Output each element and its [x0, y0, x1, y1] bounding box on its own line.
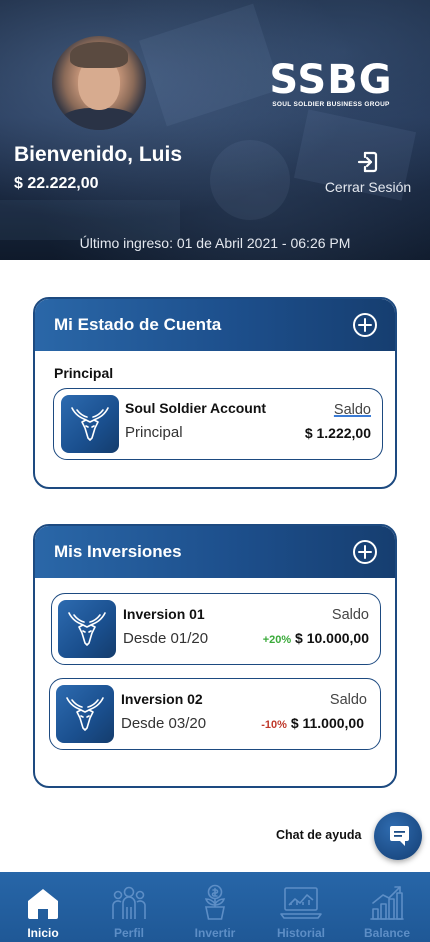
- invest-plant-icon: [204, 884, 226, 920]
- ram-logo-icon: [61, 395, 119, 453]
- chat-bubble-icon: [390, 826, 409, 846]
- saldo-label: Saldo: [331, 607, 369, 623]
- section-label: Principal: [54, 365, 114, 381]
- account-statement-header: Mi Estado de Cuenta: [35, 299, 395, 351]
- nav-item-historial[interactable]: Historial: [258, 872, 344, 942]
- brand-logo-subtitle: SOUL SOLDIER BUSINESS GROUP: [272, 101, 390, 108]
- investment-name: Inversion 01: [123, 606, 205, 622]
- welcome-message: Bienvenido, Luis: [14, 143, 183, 166]
- nav-label: Balance: [363, 926, 411, 940]
- add-circle-icon[interactable]: [352, 539, 378, 565]
- account-type: Principal: [125, 424, 183, 441]
- logout-label: Cerrar Sesión: [324, 179, 412, 195]
- nav-label: Invertir: [194, 926, 236, 940]
- main-account-item[interactable]: Soul Soldier Account Principal Saldo $ 1…: [53, 388, 383, 460]
- laptop-chart-icon: [280, 887, 322, 919]
- nav-item-perfil[interactable]: Perfil: [86, 872, 172, 942]
- logout-icon: [357, 151, 378, 173]
- investment-since: Desde 03/20: [121, 715, 207, 732]
- brand-logo: SSBG SOUL SOLDIER BUSINESS GROUP: [266, 60, 396, 108]
- background-photo-shape: [0, 200, 180, 240]
- ram-logo-icon: [56, 685, 114, 743]
- investment-amount-row: -10% $ 11.000,00: [261, 715, 364, 731]
- background-photo-shape: [139, 3, 281, 127]
- background-photo-shape: [210, 140, 290, 220]
- bottom-navigation: Inicio Perfil Invertir Historial Balance: [0, 872, 430, 942]
- investment-percent: +20%: [262, 634, 292, 646]
- account-statement-title: Mi Estado de Cuenta: [54, 315, 222, 334]
- people-icon: [112, 886, 146, 919]
- investment-amount: $ 10.000,00: [295, 630, 369, 646]
- investment-amount: $ 11.000,00: [290, 715, 364, 731]
- investment-amount-row: +20% $ 10.000,00: [263, 630, 369, 646]
- account-amount: $ 1.222,00: [304, 425, 371, 441]
- brand-logo-text: SSBG: [269, 57, 393, 103]
- logout-button[interactable]: Cerrar Sesión: [320, 150, 416, 197]
- investment-since: Desde 01/20: [123, 630, 209, 647]
- nav-item-invertir[interactable]: Invertir: [172, 872, 258, 942]
- ram-logo-icon: [58, 600, 116, 658]
- investments-title: Mis Inversiones: [54, 542, 182, 561]
- investments-header: Mis Inversiones: [35, 526, 395, 578]
- nav-label: Inicio: [27, 926, 59, 940]
- total-balance: $ 22.222,00: [14, 175, 99, 192]
- nav-item-inicio[interactable]: Inicio: [0, 872, 86, 942]
- investment-item[interactable]: Inversion 01 Desde 01/20 Saldo +20% $ 10…: [51, 593, 381, 665]
- saldo-label: Saldo: [329, 692, 367, 708]
- chat-help-button[interactable]: [374, 812, 422, 860]
- nav-label: Historial: [276, 926, 325, 940]
- nav-item-balance[interactable]: Balance: [344, 872, 430, 942]
- account-statement-card: Mi Estado de Cuenta Principal Soul Soldi…: [33, 297, 397, 489]
- bar-chart-icon: [370, 886, 404, 920]
- last-login-text: Último ingreso: 01 de Abril 2021 - 06:26…: [79, 235, 351, 251]
- add-circle-icon[interactable]: [352, 312, 378, 338]
- avatar[interactable]: [52, 36, 146, 130]
- investment-name: Inversion 02: [121, 691, 203, 707]
- investment-percent: -10%: [261, 719, 287, 731]
- hero-header: SSBG SOUL SOLDIER BUSINESS GROUP Bienven…: [0, 0, 430, 260]
- nav-label: Perfil: [113, 926, 144, 940]
- account-name: Soul Soldier Account: [125, 400, 267, 416]
- home-icon: [28, 889, 58, 919]
- investment-item[interactable]: Inversion 02 Desde 03/20 Saldo -10% $ 11…: [49, 678, 381, 750]
- chat-help-label[interactable]: Chat de ayuda: [276, 828, 361, 842]
- saldo-label: Saldo: [333, 402, 371, 418]
- investments-card: Mis Inversiones Inversion 01 Desde 01/20…: [33, 524, 397, 788]
